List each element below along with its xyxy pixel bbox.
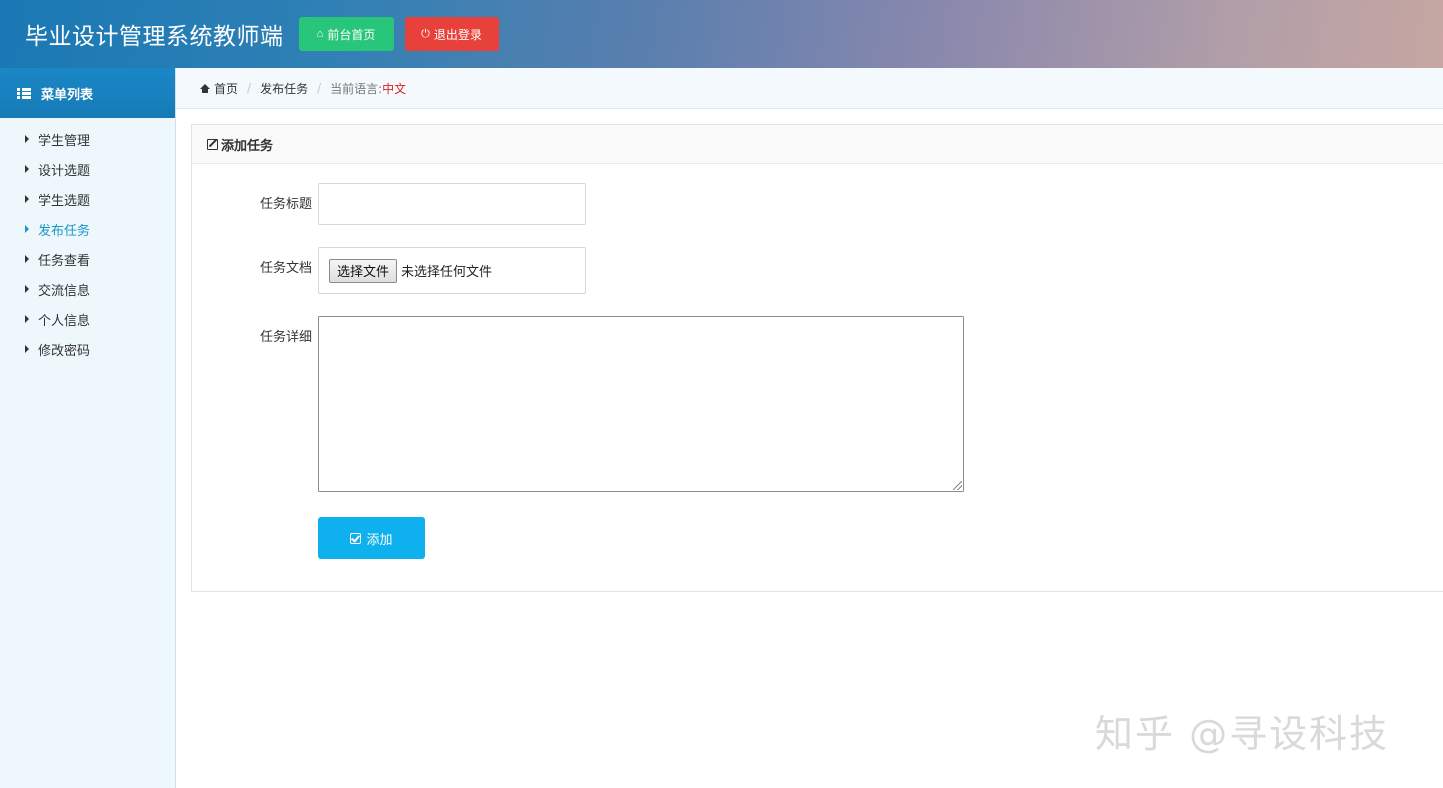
breadcrumb: 首页 / 发布任务 / 当前语言: 中文 bbox=[176, 68, 1443, 109]
sidebar-item-label: 任务查看 bbox=[38, 253, 91, 269]
sidebar-header: 菜单列表 bbox=[0, 68, 175, 118]
caret-right-icon bbox=[25, 285, 29, 293]
check-square-icon bbox=[350, 532, 362, 544]
task-doc-file-field: 选择文件 未选择任何文件 bbox=[318, 247, 586, 294]
breadcrumb-current: 发布任务 bbox=[260, 81, 309, 96]
caret-right-icon bbox=[25, 255, 29, 263]
app-title: 毕业设计管理系统教师端 bbox=[25, 24, 284, 50]
home-icon: ⌂ bbox=[316, 28, 324, 40]
sidebar-item-label: 学生选题 bbox=[38, 193, 91, 209]
sidebar-item-label: 交流信息 bbox=[38, 283, 91, 299]
list-icon bbox=[17, 87, 31, 99]
logout-button[interactable]: ⏻ 退出登录 bbox=[404, 17, 499, 51]
sidebar-item-label: 设计选题 bbox=[38, 163, 91, 179]
task-title-label: 任务标题 bbox=[259, 197, 312, 212]
caret-right-icon bbox=[25, 195, 29, 203]
sidebar-menu: 学生管理 设计选题 学生选题 发布任务 任务查看 交流信息 个人信息 修改密码 bbox=[0, 118, 175, 364]
caret-right-icon bbox=[25, 225, 29, 233]
task-title-input[interactable] bbox=[318, 183, 586, 225]
sidebar-item-label: 修改密码 bbox=[38, 343, 91, 359]
file-status-text: 未选择任何文件 bbox=[401, 265, 493, 280]
frontend-home-button[interactable]: ⌂ 前台首页 bbox=[298, 17, 394, 51]
sidebar-item-label: 发布任务 bbox=[38, 223, 91, 239]
caret-right-icon bbox=[25, 165, 29, 173]
top-header: 毕业设计管理系统教师端 ⌂ 前台首页 ⏻ 退出登录 bbox=[0, 0, 1443, 68]
breadcrumb-separator: / bbox=[247, 81, 252, 95]
sidebar-item-publish-task[interactable]: 发布任务 bbox=[0, 214, 175, 244]
task-detail-label: 任务详细 bbox=[259, 330, 312, 345]
caret-right-icon bbox=[25, 315, 29, 323]
sidebar-item-view-tasks[interactable]: 任务查看 bbox=[0, 244, 175, 274]
frontend-home-label: 前台首页 bbox=[327, 27, 376, 42]
edit-icon bbox=[207, 138, 218, 150]
sidebar-item-label: 学生管理 bbox=[38, 133, 91, 149]
sidebar-item-student-management[interactable]: 学生管理 bbox=[0, 124, 175, 154]
breadcrumb-separator: / bbox=[317, 81, 322, 95]
panel-title: 添加任务 bbox=[221, 138, 274, 154]
add-task-button[interactable]: 添加 bbox=[318, 517, 425, 559]
sidebar-title: 菜单列表 bbox=[41, 87, 94, 103]
task-doc-label: 任务文档 bbox=[259, 261, 312, 276]
add-task-label: 添加 bbox=[366, 531, 393, 547]
resize-grip-icon[interactable] bbox=[953, 481, 962, 490]
caret-right-icon bbox=[25, 135, 29, 143]
sidebar-item-change-password[interactable]: 修改密码 bbox=[0, 334, 175, 364]
logout-label: 退出登录 bbox=[433, 27, 482, 42]
sidebar: 菜单列表 学生管理 设计选题 学生选题 发布任务 任务查看 交流信息 个人信息 … bbox=[0, 68, 176, 788]
watermark: 知乎 @寻设科技 bbox=[1095, 712, 1390, 756]
power-icon: ⏻ bbox=[421, 27, 430, 40]
sidebar-item-label: 个人信息 bbox=[38, 313, 91, 329]
sidebar-item-student-topics[interactable]: 学生选题 bbox=[0, 184, 175, 214]
language-value: 中文 bbox=[382, 81, 407, 96]
choose-file-button[interactable]: 选择文件 bbox=[329, 258, 398, 283]
sidebar-item-design-topics[interactable]: 设计选题 bbox=[0, 154, 175, 184]
sidebar-item-messages[interactable]: 交流信息 bbox=[0, 274, 175, 304]
task-detail-textarea[interactable] bbox=[318, 316, 964, 492]
sidebar-item-profile[interactable]: 个人信息 bbox=[0, 304, 175, 334]
add-task-panel: 添加任务 任务标题 任务文档 选择文件 未选择任何文件 任务详细 添加 bbox=[191, 124, 1443, 592]
panel-header: 添加任务 bbox=[192, 125, 1443, 164]
home-icon bbox=[200, 83, 210, 93]
caret-right-icon bbox=[25, 345, 29, 353]
breadcrumb-home-link[interactable]: 首页 bbox=[214, 80, 238, 97]
language-label: 当前语言: bbox=[330, 81, 383, 96]
